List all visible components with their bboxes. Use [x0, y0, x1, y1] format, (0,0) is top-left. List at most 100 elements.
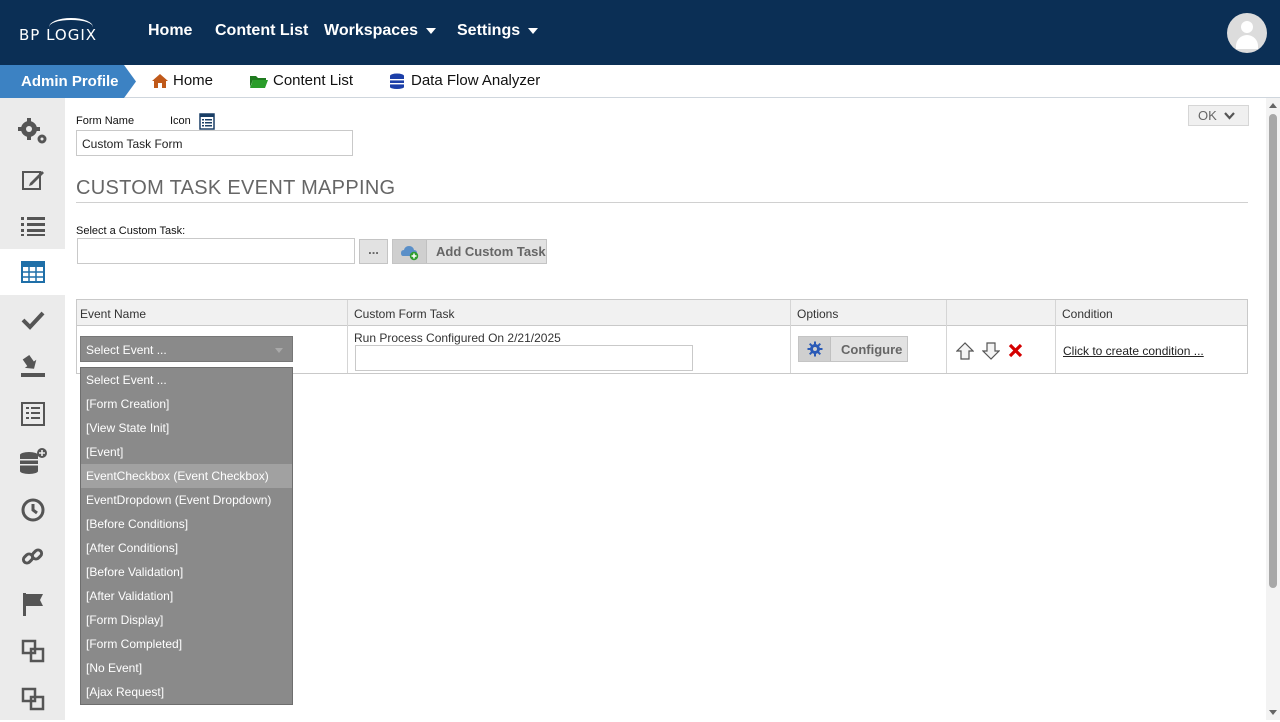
form-name-field[interactable]: Custom Task Form	[76, 130, 353, 156]
add-task-icon	[393, 240, 427, 263]
ok-button[interactable]: OK	[1188, 105, 1249, 126]
create-condition-link[interactable]: Click to create condition ...	[1063, 344, 1204, 358]
event-name-select[interactable]: Select Event ...	[80, 336, 293, 362]
task-input[interactable]	[355, 345, 693, 371]
sidebar-check[interactable]	[0, 297, 65, 343]
ok-button-label: OK	[1198, 108, 1217, 123]
column-divider	[946, 300, 947, 373]
home-icon	[151, 73, 169, 89]
dropdown-option[interactable]: [After Conditions]	[81, 536, 292, 560]
dropdown-option[interactable]: [View State Init]	[81, 416, 292, 440]
breadcrumb-home[interactable]: Home	[151, 72, 213, 89]
dropdown-option[interactable]: Select Event ...	[81, 368, 292, 392]
copy-icon	[21, 639, 44, 663]
event-dropdown-list: Select Event ... [Form Creation] [View S…	[80, 367, 293, 705]
section-title: CUSTOM TASK EVENT MAPPING	[76, 177, 396, 199]
delete-icon[interactable]	[1008, 343, 1023, 363]
nav-workspaces-label: Workspaces	[324, 22, 418, 39]
sidebar-link[interactable]	[0, 534, 65, 580]
move-up-icon[interactable]	[955, 342, 975, 365]
dropdown-option[interactable]: [No Event]	[81, 656, 292, 680]
sidebar-edit[interactable]	[0, 157, 65, 203]
add-custom-task-button[interactable]: Add Custom Task	[392, 239, 547, 264]
breadcrumb-content-list[interactable]: Content List	[249, 72, 353, 89]
sidebar-timer[interactable]	[0, 487, 65, 533]
user-avatar[interactable]	[1227, 13, 1267, 53]
sidebar-form-list[interactable]	[0, 391, 65, 437]
add-custom-task-label: Add Custom Task	[436, 244, 546, 259]
list-icon	[20, 217, 45, 236]
top-navbar: BP LOGIX Home Content List Workspaces Se…	[0, 0, 1280, 65]
scroll-down-arrow[interactable]	[1269, 710, 1277, 715]
edit-icon	[21, 171, 44, 190]
column-header-condition: Condition	[1055, 300, 1247, 326]
bp-logix-logo[interactable]: BP LOGIX	[19, 18, 103, 46]
clone-icon	[21, 687, 44, 711]
table-icon	[20, 261, 45, 283]
event-select-value: Select Event ...	[86, 343, 167, 357]
form-icon-label: Icon	[170, 115, 191, 127]
browse-button[interactable]: ...	[359, 239, 388, 264]
database-add-icon	[19, 448, 47, 474]
configure-button[interactable]: Configure	[798, 336, 908, 362]
nav-content-list[interactable]: Content List	[215, 22, 308, 40]
link-icon	[21, 548, 43, 565]
avatar-head	[1241, 21, 1253, 33]
scrollbar-thumb[interactable]	[1269, 114, 1277, 588]
sidebar-clone[interactable]	[0, 676, 65, 722]
dropdown-option[interactable]: [After Validation]	[81, 584, 292, 608]
flag-icon	[22, 593, 43, 616]
sidebar-gears[interactable]	[0, 108, 65, 154]
breadcrumb-home-label: Home	[173, 72, 214, 89]
avatar-body	[1236, 35, 1258, 49]
breadcrumb-data-flow-analyzer[interactable]: Data Flow Analyzer	[389, 72, 540, 89]
sidebar-copy[interactable]	[0, 628, 65, 674]
sidebar-flag[interactable]	[0, 581, 65, 627]
dropdown-option[interactable]: [Form Creation]	[81, 392, 292, 416]
column-divider	[347, 300, 348, 373]
dropdown-option[interactable]: [Ajax Request]	[81, 680, 292, 704]
nav-settings[interactable]: Settings	[457, 22, 539, 40]
form-list-icon	[20, 402, 45, 426]
admin-profile-tab[interactable]: Admin Profile	[0, 65, 136, 98]
nav-workspaces[interactable]: Workspaces	[324, 22, 436, 40]
column-header-order	[946, 300, 1055, 326]
custom-task-input[interactable]	[77, 238, 355, 264]
download-tray-icon	[20, 354, 45, 377]
chevron-down-icon	[1223, 111, 1235, 120]
column-divider	[1055, 300, 1056, 373]
breadcrumb-content-list-label: Content List	[273, 72, 354, 89]
nav-home[interactable]: Home	[148, 22, 192, 40]
timer-icon	[21, 498, 44, 522]
logo-text: BP LOGIX	[19, 26, 98, 44]
sidebar-database-add[interactable]	[0, 438, 65, 484]
move-down-icon[interactable]	[981, 342, 1001, 365]
nav-settings-label: Settings	[457, 22, 521, 39]
gear-icon	[799, 337, 831, 361]
form-list-icon	[199, 113, 215, 130]
dropdown-option[interactable]: [Form Display]	[81, 608, 292, 632]
sidebar-table[interactable]	[0, 249, 65, 295]
check-icon	[21, 311, 44, 330]
breadcrumb-data-flow-analyzer-label: Data Flow Analyzer	[411, 72, 541, 89]
form-name-label: Form Name	[76, 115, 135, 127]
sidebar-list[interactable]	[0, 203, 65, 249]
main-content: Form Name Icon Custom Task Form OK CUSTO…	[65, 98, 1266, 720]
scroll-up-arrow[interactable]	[1269, 103, 1277, 108]
dropdown-option[interactable]: EventDropdown (Event Dropdown)	[81, 488, 292, 512]
dropdown-option[interactable]: [Event]	[81, 440, 292, 464]
dropdown-option[interactable]: [Form Completed]	[81, 632, 292, 656]
column-header-options: Options	[790, 300, 946, 326]
dropdown-option[interactable]: [Before Conditions]	[81, 512, 292, 536]
breadcrumb-bar: Admin Profile Home Content List Data Flo…	[0, 65, 1280, 98]
column-header-event-name: Event Name	[77, 300, 347, 326]
title-divider	[76, 202, 1248, 203]
column-header-custom-form-task: Custom Form Task	[347, 300, 790, 326]
database-icon	[389, 73, 407, 89]
vertical-scrollbar[interactable]	[1266, 98, 1280, 720]
dropdown-option[interactable]: [Before Validation]	[81, 560, 292, 584]
caret-down-icon	[275, 348, 283, 353]
sidebar-download[interactable]	[0, 343, 65, 389]
dropdown-option-highlighted[interactable]: EventCheckbox (Event Checkbox)	[81, 464, 292, 488]
custom-task-label: Select a Custom Task:	[76, 225, 186, 237]
